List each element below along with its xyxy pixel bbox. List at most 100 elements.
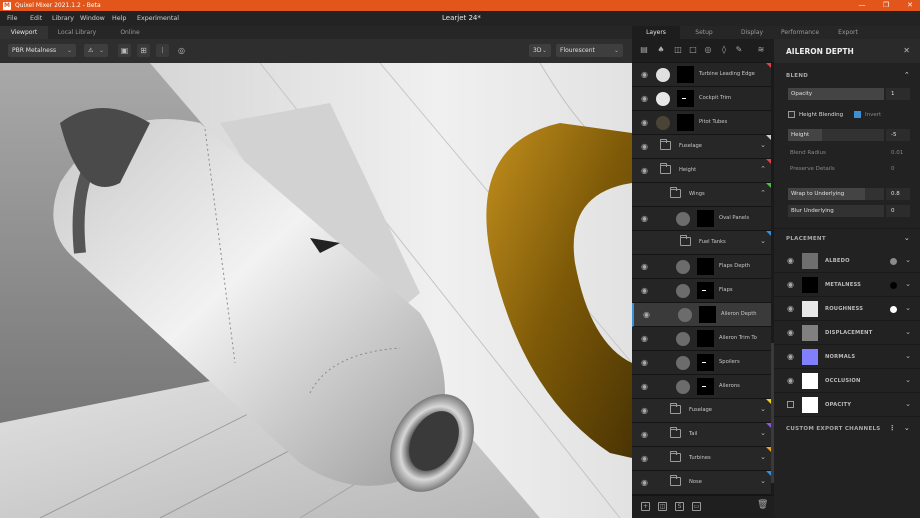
channel-swatch[interactable]: [802, 325, 818, 341]
channel-row-opacity[interactable]: OPACITY ⌄: [774, 393, 920, 417]
material-mode-dropdown[interactable]: PBR Metalness ⌄: [8, 44, 76, 57]
new-layer-icon[interactable]: +: [641, 502, 650, 511]
image-view-icon[interactable]: ▣: [118, 44, 131, 57]
channel-row-normals[interactable]: ◉ NORMALS ⌄: [774, 345, 920, 369]
eye-icon[interactable]: ◉: [787, 329, 794, 337]
layer-row[interactable]: ◉ Flaps: [632, 279, 774, 303]
layer-row[interactable]: ◉ Aileron Depth: [632, 303, 774, 327]
invert-checkbox[interactable]: [854, 111, 861, 118]
channel-swatch[interactable]: [802, 277, 818, 293]
add-layer-icon[interactable]: ▤: [639, 45, 649, 55]
layer-row[interactable]: ◉ Ailerons: [632, 375, 774, 399]
new-folder-icon[interactable]: ▭: [692, 502, 701, 511]
chevron-down-icon[interactable]: ⌄: [760, 405, 766, 413]
mask-thumbnail[interactable]: [699, 306, 716, 323]
more-options-icon[interactable]: ⋮: [889, 424, 896, 432]
layer-row[interactable]: ◉ Pitot Tubes: [632, 111, 774, 135]
tab-online[interactable]: Online: [106, 26, 154, 39]
mask-thumbnail[interactable]: [677, 66, 694, 83]
brush-icon[interactable]: ✎: [734, 45, 744, 55]
layer-folder[interactable]: ◉ Fuselage ⌄: [632, 399, 774, 423]
channel-swatch[interactable]: [802, 373, 818, 389]
channel-value-dot[interactable]: [890, 282, 897, 289]
lighting-dropdown[interactable]: Flourescent ⌄: [556, 44, 623, 57]
material-thumbnail[interactable]: [676, 212, 690, 226]
tab-local-library[interactable]: Local Library: [50, 26, 104, 39]
material-thumbnail[interactable]: [676, 260, 690, 274]
chevron-down-icon[interactable]: ⌄: [905, 352, 911, 360]
wrap-underlying-slider[interactable]: Wrap to Underlying: [788, 188, 884, 200]
eye-icon[interactable]: ◉: [640, 143, 649, 151]
eye-icon[interactable]: ◉: [787, 377, 794, 385]
eye-icon[interactable]: ◉: [640, 407, 649, 415]
chevron-down-icon[interactable]: ⌄: [760, 453, 766, 461]
grid-3x3-icon[interactable]: ⁝: [156, 44, 169, 57]
chevron-down-icon[interactable]: ⌄: [905, 304, 911, 312]
eye-icon[interactable]: ◉: [640, 287, 649, 295]
height-slider[interactable]: Height: [788, 129, 884, 141]
eye-icon[interactable]: ◉: [640, 119, 649, 127]
chevron-down-icon[interactable]: ⌄: [905, 280, 911, 288]
channel-swatch[interactable]: [802, 349, 818, 365]
height-value[interactable]: -5: [886, 129, 910, 141]
eye-icon[interactable]: ◉: [642, 311, 651, 319]
close-window-button[interactable]: ✕: [900, 0, 920, 11]
channel-swatch[interactable]: [802, 301, 818, 317]
new-smart-icon[interactable]: S: [675, 502, 684, 511]
material-thumbnail[interactable]: [656, 68, 670, 82]
channel-row-metalness[interactable]: ◉ METALNESS ⌄: [774, 273, 920, 297]
placement-section-header[interactable]: PLACEMENT ⌄: [774, 228, 920, 248]
menu-experimental[interactable]: Experimental: [137, 15, 179, 22]
eye-icon[interactable]: ◉: [640, 359, 649, 367]
blur-underlying-slider[interactable]: Blur Underlying: [788, 205, 884, 217]
layer-row[interactable]: ◉ Cockpit Trim: [632, 87, 774, 111]
target-icon[interactable]: ◎: [175, 44, 188, 57]
grid-2x2-icon[interactable]: ⊞: [137, 44, 150, 57]
eye-icon[interactable]: ◉: [640, 167, 649, 175]
eye-icon[interactable]: ◉: [640, 71, 649, 79]
channel-row-displacement[interactable]: ◉ DISPLACEMENT ⌄: [774, 321, 920, 345]
surface-layer-icon[interactable]: ◫: [673, 45, 683, 55]
chevron-down-icon[interactable]: ⌄: [905, 256, 911, 264]
channel-row-occlusion[interactable]: ◉ OCCLUSION ⌄: [774, 369, 920, 393]
channel-row-roughness[interactable]: ◉ ROUGHNESS ⌄: [774, 297, 920, 321]
height-blending-checkbox[interactable]: [788, 111, 795, 118]
eye-icon[interactable]: ◉: [640, 479, 649, 487]
channel-checkbox[interactable]: [787, 401, 794, 408]
channel-value-dot[interactable]: [890, 258, 897, 265]
material-thumbnail[interactable]: [656, 116, 670, 130]
trash-icon[interactable]: 🗑: [757, 501, 768, 511]
material-thumbnail[interactable]: [676, 332, 690, 346]
shape-tool-dropdown[interactable]: ⚠ ⌄: [84, 44, 108, 57]
paint-layer-icon[interactable]: ♠: [656, 45, 666, 55]
tab-display[interactable]: Display: [728, 26, 776, 39]
chevron-down-icon[interactable]: ⌄: [760, 237, 766, 245]
menu-help[interactable]: Help: [112, 15, 126, 22]
eye-icon[interactable]: ◉: [787, 281, 794, 289]
minimize-button[interactable]: —: [852, 0, 872, 11]
tab-setup[interactable]: Setup: [680, 26, 728, 39]
channel-swatch[interactable]: [802, 397, 818, 413]
mask-thumbnail[interactable]: [697, 378, 714, 395]
custom-export-header[interactable]: CUSTOM EXPORT CHANNELS ⋮ ⌄: [774, 419, 920, 439]
chevron-up-icon[interactable]: ⌃: [760, 189, 766, 197]
eye-icon[interactable]: ◉: [640, 191, 649, 198]
eye-icon[interactable]: ◉: [640, 431, 649, 439]
layer-folder[interactable]: ◉ Nose ⌄: [632, 471, 774, 495]
material-thumbnail[interactable]: [676, 380, 690, 394]
mask-thumbnail[interactable]: [697, 258, 714, 275]
channel-value-dot[interactable]: [890, 306, 897, 313]
menu-library[interactable]: Library: [52, 15, 74, 22]
maximize-button[interactable]: ❐: [876, 0, 896, 11]
mask-thumbnail[interactable]: [697, 330, 714, 347]
new-mask-icon[interactable]: ◫: [658, 502, 667, 511]
fill-layer-icon[interactable]: ◎: [703, 45, 713, 55]
channel-swatch[interactable]: [802, 253, 818, 269]
opacity-slider[interactable]: Opacity: [788, 88, 884, 100]
viewport-3d[interactable]: [0, 63, 632, 518]
stack-icon[interactable]: ≋: [756, 45, 766, 55]
layer-folder[interactable]: ◉ Fuel Tanks ⌄: [632, 231, 774, 255]
mask-thumbnail[interactable]: [677, 114, 694, 131]
opacity-value[interactable]: 1: [886, 88, 910, 100]
tab-layers[interactable]: Layers: [632, 26, 680, 39]
